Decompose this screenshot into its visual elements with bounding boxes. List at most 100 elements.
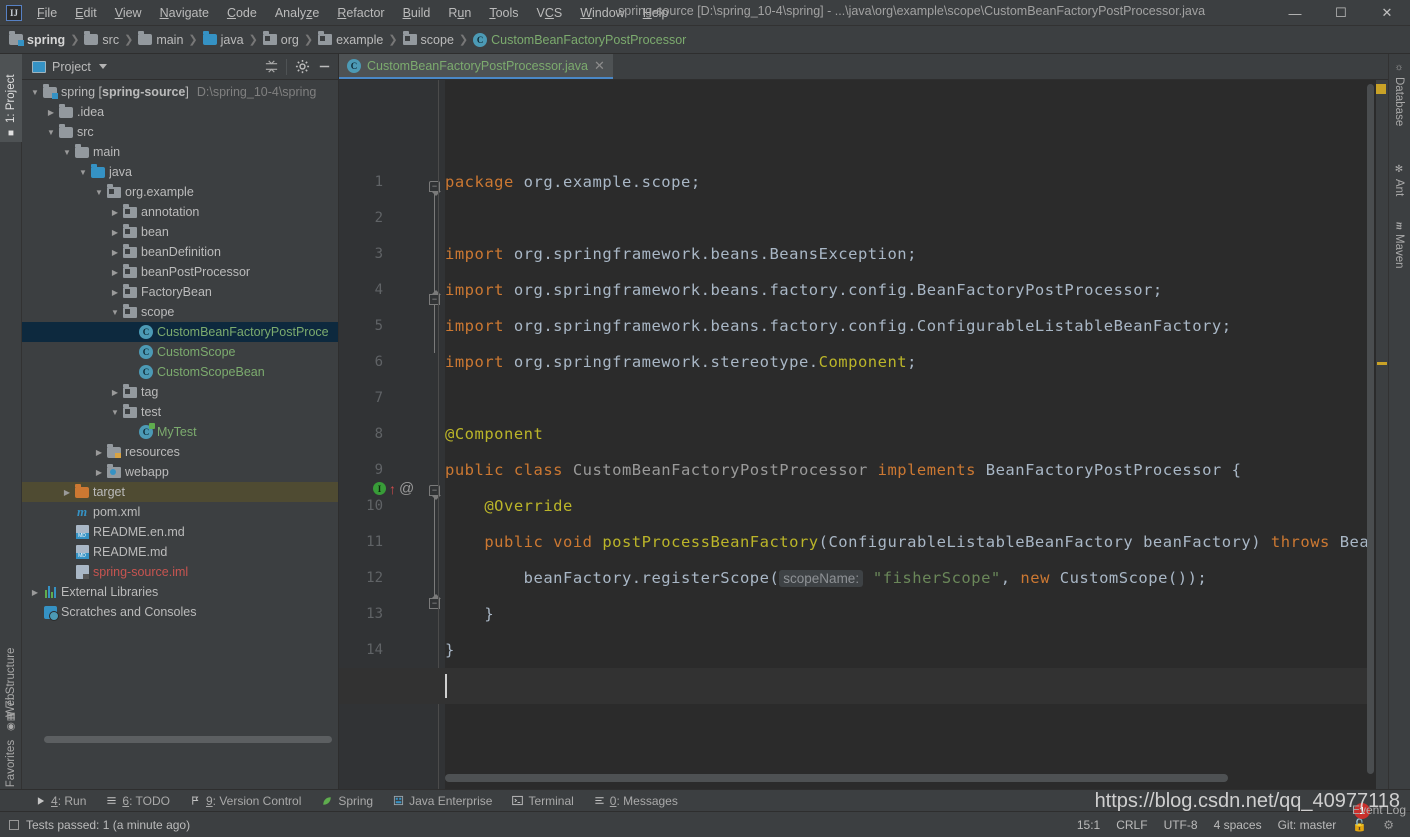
tree-node-beandefinition[interactable]: ▶beanDefinition (22, 242, 338, 262)
chevron-right-icon[interactable]: ▶ (108, 208, 122, 217)
menu-item-code[interactable]: Code (218, 3, 266, 23)
breadcrumb-item-org[interactable]: org (260, 31, 302, 49)
tool-window-java-enterprise[interactable]: Java Enterprise (383, 792, 502, 810)
code-line-13[interactable]: } (445, 596, 494, 632)
menu-item-navigate[interactable]: Navigate (151, 3, 218, 23)
event-log-label[interactable]: Event Log (1352, 803, 1406, 817)
tree-node-tag[interactable]: ▶tag (22, 382, 338, 402)
tree-node-src[interactable]: ▼src (22, 122, 338, 142)
menu-item-vcs[interactable]: VCS (528, 3, 572, 23)
sidebar-item-database[interactable]: ☼ Database (1388, 58, 1410, 142)
chevron-right-icon[interactable]: ▶ (108, 228, 122, 237)
chevron-down-icon[interactable]: ▼ (60, 148, 74, 157)
chevron-right-icon[interactable]: ▶ (28, 588, 42, 597)
tree-node-main[interactable]: ▼main (22, 142, 338, 162)
minimize-icon[interactable] (314, 57, 334, 77)
tree-node-readme-md[interactable]: README.md (22, 542, 338, 562)
editor-marker-bar[interactable] (1376, 80, 1388, 791)
annotation-marker-icon[interactable]: @ (399, 480, 414, 497)
tree-node-scratches-and-consoles[interactable]: Scratches and Consoles (22, 602, 338, 622)
code-line-4[interactable]: import org.springframework.beans.factory… (445, 272, 1163, 308)
menu-item-analyze[interactable]: Analyze (266, 3, 328, 23)
breadcrumb-item-scope[interactable]: scope (400, 31, 457, 49)
warning-square[interactable] (1376, 84, 1386, 94)
tree-node-custombeanfactorypostproce[interactable]: CCustomBeanFactoryPostProce (22, 322, 338, 342)
tree-node-idea[interactable]: ▶.idea (22, 102, 338, 122)
tree-node-annotation[interactable]: ▶annotation (22, 202, 338, 222)
warning-marker[interactable] (1377, 362, 1387, 365)
menu-item-build[interactable]: Build (394, 3, 440, 23)
override-arrow-icon[interactable]: ↑ (389, 481, 396, 497)
code-line-6[interactable]: import org.springframework.stereotype.Co… (445, 344, 917, 380)
close-button[interactable]: ✕ (1364, 0, 1410, 26)
tool-window-version-control[interactable]: 9: Version Control (180, 792, 311, 810)
chevron-right-icon[interactable]: ▶ (92, 468, 106, 477)
menu-item-edit[interactable]: Edit (66, 3, 106, 23)
caret-position[interactable]: 15:1 (1069, 816, 1108, 834)
code-line-9[interactable]: public class CustomBeanFactoryPostProces… (445, 452, 1241, 488)
chevron-down-icon[interactable] (99, 64, 107, 69)
code-line-12[interactable]: beanFactory.registerScope(scopeName: "fi… (445, 560, 1207, 596)
chevron-right-icon[interactable]: ▶ (108, 248, 122, 257)
code-line-5[interactable]: import org.springframework.beans.factory… (445, 308, 1232, 344)
tree-node-factorybean[interactable]: ▶FactoryBean (22, 282, 338, 302)
chevron-right-icon[interactable]: ▶ (92, 448, 106, 457)
code-line-3[interactable]: import org.springframework.beans.BeansEx… (445, 236, 917, 272)
chevron-right-icon[interactable]: ▶ (44, 108, 58, 117)
tree-node-mytest[interactable]: CMyTest (22, 422, 338, 442)
project-tree[interactable]: ▼spring [spring-source]D:\spring_10-4\sp… (22, 80, 338, 791)
gutter-method-markers[interactable]: I ↑ @ (373, 480, 414, 497)
maximize-button[interactable]: ☐ (1318, 0, 1364, 26)
chevron-down-icon[interactable]: ▼ (108, 408, 122, 417)
code-line-1[interactable]: package org.example.scope; (445, 164, 701, 200)
line-separator[interactable]: CRLF (1108, 816, 1155, 834)
breadcrumb-item-java[interactable]: java (200, 31, 247, 49)
code-line-15[interactable] (339, 668, 1388, 704)
code-line-10[interactable]: @Override (445, 488, 573, 524)
chevron-right-icon[interactable]: ▶ (108, 388, 122, 397)
file-encoding[interactable]: UTF-8 (1156, 816, 1206, 834)
tree-node-java[interactable]: ▼java (22, 162, 338, 182)
code-line-11[interactable]: public void postProcessBeanFactory(Confi… (445, 524, 1369, 560)
close-icon[interactable]: ✕ (594, 59, 605, 72)
code-line-8[interactable]: @Component (445, 416, 543, 452)
code-viewport[interactable]: 1 2 3 4 5 6 7 8 9 10 11 12 13 14 15 I ↑ (339, 80, 1388, 791)
menu-item-view[interactable]: View (106, 3, 151, 23)
collapse-all-icon[interactable] (261, 57, 281, 77)
menu-item-run[interactable]: Run (439, 3, 480, 23)
sidebar-item-maven[interactable]: m Maven (1388, 218, 1410, 290)
tree-node-external-libraries[interactable]: ▶External Libraries (22, 582, 338, 602)
tree-node-target[interactable]: ▶target (22, 482, 338, 502)
chevron-down-icon[interactable]: ▼ (28, 88, 42, 97)
tool-window-terminal[interactable]: Terminal (502, 792, 583, 810)
chevron-down-icon[interactable]: ▼ (92, 188, 106, 197)
editor-tab-custombeanfactorypostprocessor[interactable]: C CustomBeanFactoryPostProcessor.java ✕ (339, 54, 613, 79)
editor-horizontal-scrollbar[interactable] (445, 774, 1365, 783)
git-branch[interactable]: Git: master (1270, 816, 1345, 834)
editor-vertical-scrollbar[interactable] (1367, 80, 1376, 791)
chevron-right-icon[interactable]: ▶ (108, 288, 122, 297)
minimize-button[interactable]: — (1272, 0, 1318, 26)
breadcrumb-item-src[interactable]: src (81, 31, 122, 49)
breadcrumb-item-main[interactable]: main (135, 31, 186, 49)
sidebar-item-project[interactable]: ■ 1: Project (0, 54, 22, 142)
breadcrumb-item-example[interactable]: example (315, 31, 386, 49)
tree-node-beanpostprocessor[interactable]: ▶beanPostProcessor (22, 262, 338, 282)
tree-node-pom-xml[interactable]: mpom.xml (22, 502, 338, 522)
menu-item-tools[interactable]: Tools (480, 3, 527, 23)
tree-node-resources[interactable]: ▶resources (22, 442, 338, 462)
implementing-method-icon[interactable]: I (373, 482, 386, 495)
tree-node-scope[interactable]: ▼scope (22, 302, 338, 322)
chevron-down-icon[interactable]: ▼ (44, 128, 58, 137)
gear-icon[interactable] (292, 57, 312, 77)
tool-window-run[interactable]: 4: Run (26, 792, 96, 810)
tool-window-spring[interactable]: Spring (311, 792, 383, 810)
chevron-down-icon[interactable]: ▼ (108, 308, 122, 317)
code-line-14[interactable]: } (445, 632, 455, 668)
tool-window-messages[interactable]: 0: Messages (584, 792, 688, 810)
indent-setting[interactable]: 4 spaces (1206, 816, 1270, 834)
tree-node-customscope[interactable]: CCustomScope (22, 342, 338, 362)
tree-node-org-example[interactable]: ▼org.example (22, 182, 338, 202)
breadcrumb-item-spring[interactable]: spring (6, 31, 68, 49)
project-tree-hscrollbar[interactable] (44, 736, 354, 745)
